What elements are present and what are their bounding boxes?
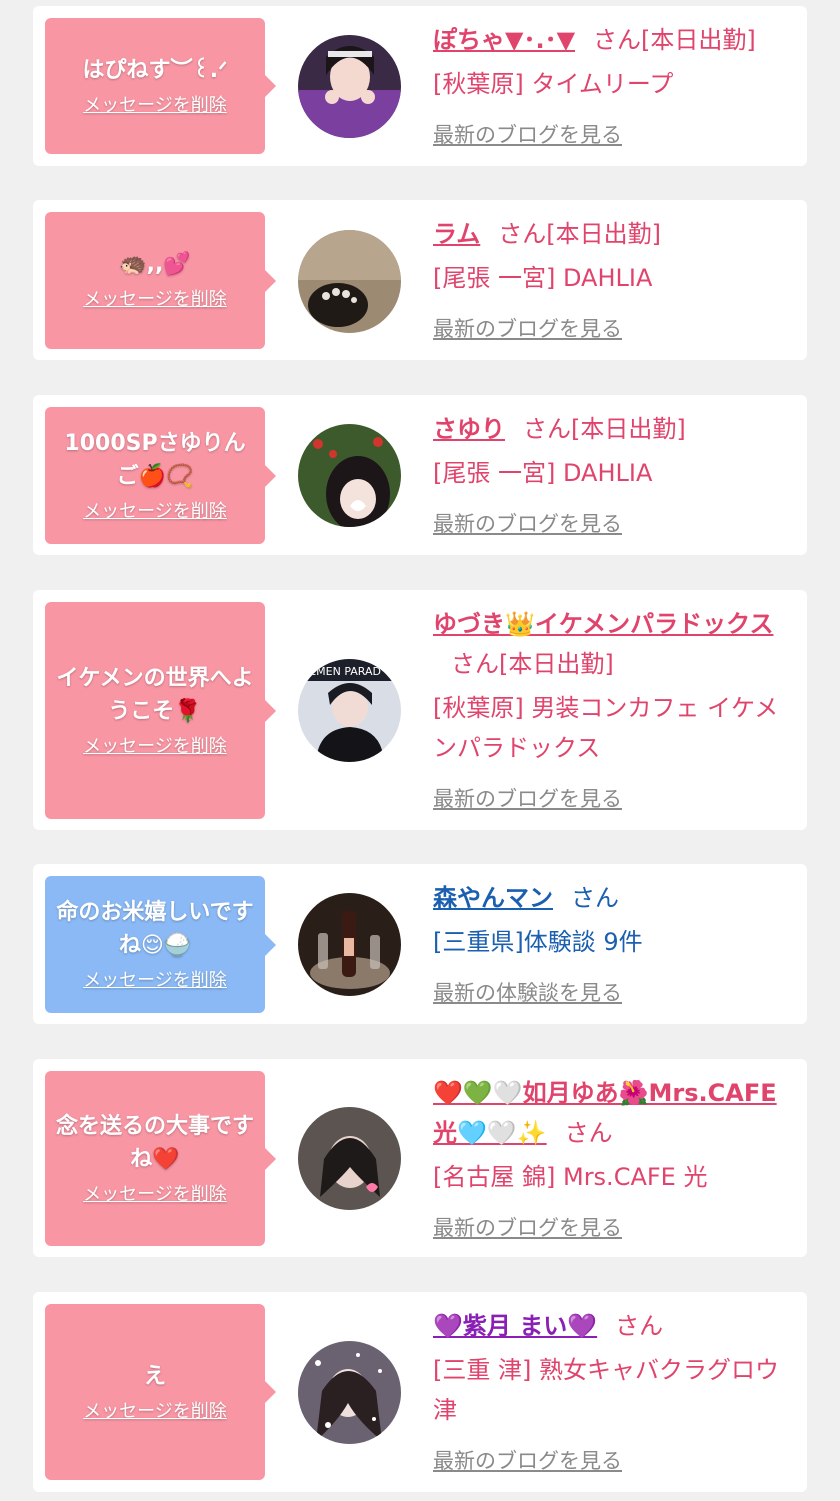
san-label: さん (571, 884, 619, 912)
message-bubble: 1000SPさゆりんご🍎📿 メッセージを削除 (45, 407, 276, 544)
message-bubble: イケメンの世界へようこそ🌹 メッセージを削除 (45, 602, 276, 819)
latest-blog-link[interactable]: 最新のブログを見る (433, 1444, 622, 1478)
delete-message-link[interactable]: メッセージを削除 (83, 93, 227, 119)
status-text: [本日出勤] (641, 26, 756, 54)
cast-name-link[interactable]: ゆづき👑イケメンパラドックス (433, 610, 773, 638)
message-card: 念を送るの大事ですね❤️ メッセージを削除 ❤️💚🤍如月ゆあ🌺Mrs.CAFE光… (33, 1059, 807, 1257)
message-card: 命のお米嬉しいですね😌🍚 メッセージを削除 森やんマン さん [三重県]体験談 9… (33, 864, 807, 1024)
message-text: 念を送るの大事ですね❤️ (55, 1113, 254, 1172)
message-bubble: 🦔,,💕 メッセージを削除 (45, 212, 276, 349)
card-info: 森やんマン さん [三重県]体験談 9件 最新の体験談を見る (433, 878, 789, 1010)
message-bubble: え メッセージを削除 (45, 1304, 276, 1480)
avatar[interactable] (298, 230, 401, 333)
message-card: イケメンの世界へようこそ🌹 メッセージを削除 KEMEN PARAD ゆづき👑イ… (33, 590, 807, 830)
reviewer-name-link[interactable]: 森やんマン (433, 884, 553, 912)
shop-place: [尾張 一宮] DAHLIA (433, 459, 653, 487)
message-text: イケメンの世界へようこそ🌹 (56, 665, 254, 724)
shop-place: [秋葉原] 男装コンカフェ イケメンパラドックス (433, 694, 779, 762)
latest-blog-link[interactable]: 最新のブログを見る (433, 312, 622, 346)
message-text: 🦔,,💕 (119, 252, 191, 277)
san-label: さん (451, 650, 499, 678)
avatar[interactable] (298, 893, 401, 996)
message-bubble: 命のお米嬉しいですね😌🍚 メッセージを削除 (45, 876, 276, 1013)
message-text: 命のお米嬉しいですね😌🍚 (56, 899, 254, 958)
avatar[interactable] (298, 1107, 401, 1210)
avatar[interactable] (298, 1341, 401, 1444)
latest-blog-link[interactable]: 最新のブログを見る (433, 507, 622, 541)
shop-place: [三重 津] 熟女キャバクラグロウ津 (433, 1356, 779, 1424)
delete-message-link[interactable]: メッセージを削除 (83, 968, 227, 994)
message-card: 1000SPさゆりんご🍎📿 メッセージを削除 さゆり さん[本日出勤] [尾張 一… (33, 395, 807, 555)
latest-blog-link[interactable]: 最新のブログを見る (433, 1211, 622, 1245)
san-label: さん (523, 415, 571, 443)
card-info: ゆづき👑イケメンパラドックスさん[本日出勤] [秋葉原] 男装コンカフェ イケメ… (433, 604, 789, 816)
status-text: [本日出勤] (499, 650, 614, 678)
message-card: はぴねす︶꒰.ᐟ メッセージを削除 ぽちゃ▼･.･▼ さん[本日出勤] [秋葉原]… (33, 6, 807, 166)
review-area: [三重県]体験談 9件 (433, 928, 643, 956)
san-label: さん (564, 1119, 613, 1147)
san-label: さん (593, 26, 642, 54)
cast-name-link[interactable]: ラム (433, 220, 480, 248)
card-info: さゆり さん[本日出勤] [尾張 一宮] DAHLIA 最新のブログを見る (433, 409, 789, 541)
message-bubble: はぴねす︶꒰.ᐟ メッセージを削除 (45, 18, 276, 154)
delete-message-link[interactable]: メッセージを削除 (83, 1399, 227, 1425)
delete-message-link[interactable]: メッセージを削除 (83, 734, 227, 760)
message-text: え (143, 1363, 166, 1389)
message-card: 🦔,,💕 メッセージを削除 ラム さん[本日出勤] [尾張 一宮] DAHLIA … (33, 200, 807, 360)
avatar[interactable] (298, 424, 401, 527)
san-label: さん (498, 220, 547, 248)
shop-place: [秋葉原] タイムリープ (433, 70, 674, 98)
avatar[interactable] (298, 35, 401, 138)
avatar[interactable]: KEMEN PARAD (298, 659, 401, 762)
shop-place: [名古屋 錦] Mrs.CAFE 光 (433, 1163, 708, 1191)
message-text: はぴねす︶꒰.ᐟ (82, 57, 228, 83)
cast-name-link[interactable]: 💜紫月 まい💜 (433, 1312, 597, 1340)
latest-blog-link[interactable]: 最新のブログを見る (433, 782, 622, 816)
cast-name-link[interactable]: さゆり (433, 415, 505, 443)
cast-name-link[interactable]: ぽちゃ▼･.･▼ (433, 26, 575, 54)
status-text: [本日出勤] (546, 220, 662, 248)
card-info: ❤️💚🤍如月ゆあ🌺Mrs.CAFE光🩵🤍✨ さん [名古屋 錦] Mrs.CAFE… (433, 1073, 789, 1245)
card-info: ラム さん[本日出勤] [尾張 一宮] DAHLIA 最新のブログを見る (433, 214, 789, 346)
status-text: [本日出勤] (571, 415, 686, 443)
delete-message-link[interactable]: メッセージを削除 (83, 1182, 227, 1208)
card-info: ぽちゃ▼･.･▼ さん[本日出勤] [秋葉原] タイムリープ 最新のブログを見る (433, 20, 789, 152)
svg-text:KEMEN PARAD: KEMEN PARAD (302, 665, 381, 678)
message-card: え メッセージを削除 💜紫月 まい💜 さん [三重 津] 熟女キャバクラグロウ津 … (33, 1292, 807, 1492)
message-bubble: 念を送るの大事ですね❤️ メッセージを削除 (45, 1071, 276, 1246)
delete-message-link[interactable]: メッセージを削除 (83, 287, 227, 313)
san-label: さん (615, 1312, 664, 1340)
card-info: 💜紫月 まい💜 さん [三重 津] 熟女キャバクラグロウ津 最新のブログを見る (433, 1306, 789, 1478)
delete-message-link[interactable]: メッセージを削除 (83, 499, 227, 525)
shop-place: [尾張 一宮] DAHLIA (433, 264, 653, 292)
latest-review-link[interactable]: 最新の体験談を見る (433, 976, 622, 1010)
latest-blog-link[interactable]: 最新のブログを見る (433, 118, 622, 152)
message-text: 1000SPさゆりんご🍎📿 (64, 430, 246, 489)
